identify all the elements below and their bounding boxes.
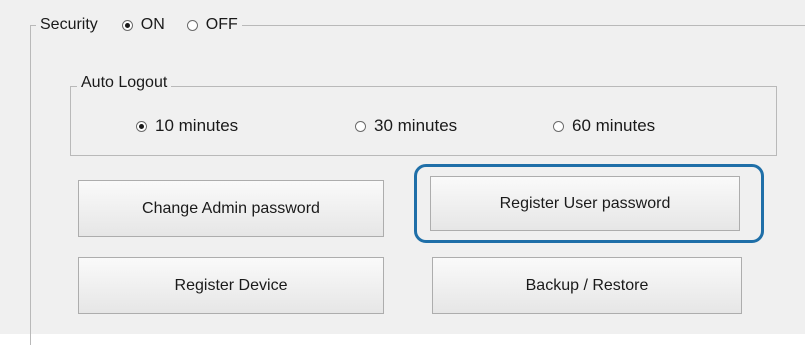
radio-unselected-icon (355, 120, 366, 132)
radio-unselected-icon (553, 120, 564, 132)
logout-10-minutes-radio[interactable]: 10 minutes (136, 116, 238, 136)
change-admin-password-button[interactable]: Change Admin password (78, 180, 384, 237)
logout-30-minutes-label: 30 minutes (374, 116, 458, 135)
security-on-label: ON (140, 16, 165, 33)
security-settings-panel: Security ON OFF Auto Logout 10 minutes 3… (0, 0, 805, 345)
backup-restore-button[interactable]: Backup / Restore (432, 257, 742, 314)
register-device-button[interactable]: Register Device (78, 257, 384, 314)
logout-60-minutes-radio[interactable]: 60 minutes (553, 116, 655, 136)
security-on-radio[interactable]: ON (121, 15, 165, 35)
security-off-radio[interactable]: OFF (186, 15, 238, 35)
security-off-label: OFF (205, 16, 238, 33)
logout-30-minutes-radio[interactable]: 30 minutes (355, 116, 457, 136)
radio-selected-icon (121, 19, 133, 31)
security-header: Security ON OFF (36, 15, 242, 35)
auto-logout-label: Auto Logout (77, 73, 172, 93)
security-label: Security (40, 16, 98, 33)
logout-60-minutes-label: 60 minutes (572, 116, 656, 135)
logout-10-minutes-label: 10 minutes (155, 116, 239, 135)
register-user-password-button[interactable]: Register User password (430, 176, 740, 231)
radio-selected-icon (136, 120, 147, 132)
radio-unselected-icon (186, 19, 198, 31)
